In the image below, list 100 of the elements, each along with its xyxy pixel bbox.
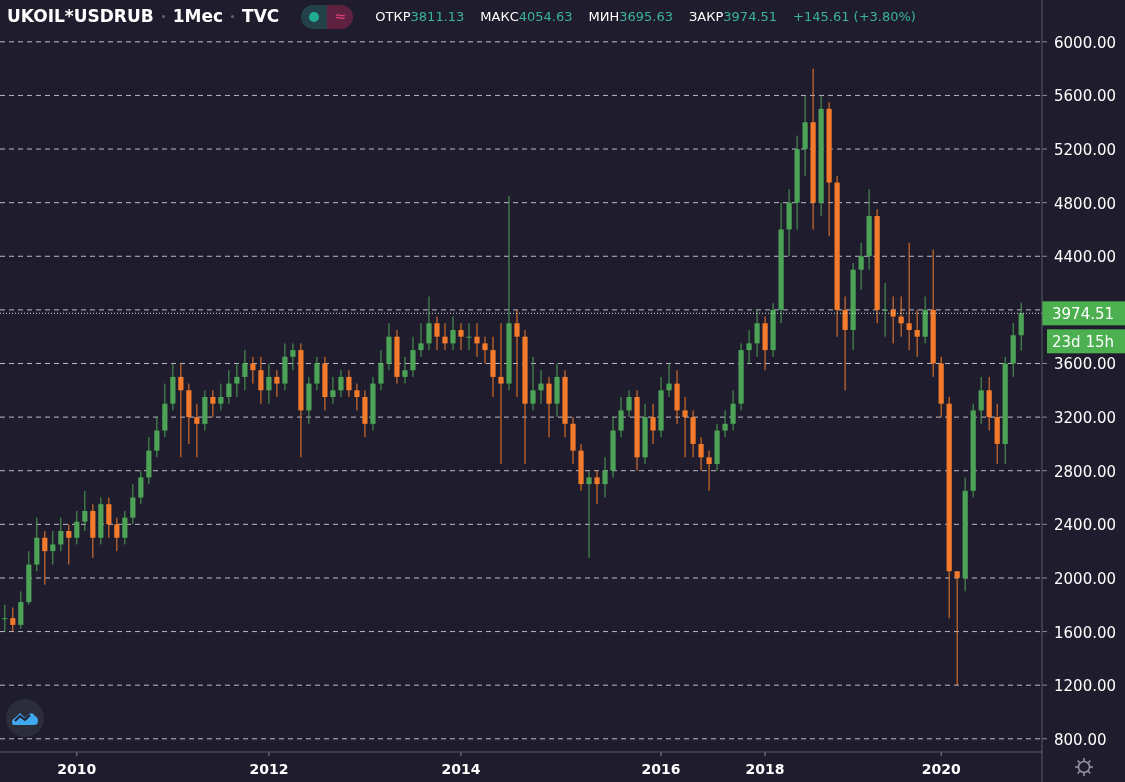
ohlc-value: 3974.51 [723, 8, 778, 26]
countdown-tag: 23d 15h [1047, 329, 1125, 354]
candlestick [82, 490, 88, 532]
candlestick [258, 356, 264, 405]
candlestick [410, 336, 416, 378]
candlestick [226, 369, 232, 405]
candlestick [290, 342, 296, 371]
candlestick [1018, 302, 1024, 352]
price-label: 6000.00 [1054, 33, 1117, 52]
change-value: +145.61 (+3.80%) [793, 8, 916, 26]
candlestick [602, 456, 608, 499]
candlestick [10, 606, 16, 633]
candlestick [426, 296, 432, 351]
candlestick [50, 530, 56, 566]
candlestick [474, 322, 480, 358]
candlestick [482, 336, 488, 364]
candlestick [994, 403, 1000, 465]
candlestick [730, 389, 736, 431]
ohlc-label: МАКС [480, 8, 519, 26]
interval-label: 1Мес [172, 5, 224, 28]
candlestick [210, 389, 216, 418]
candlestick [674, 369, 680, 425]
dot-icon [309, 11, 320, 22]
candlestick [858, 242, 864, 291]
candlestick [42, 530, 48, 586]
candlestick [922, 296, 928, 344]
ohlc-label: ЗАКР [689, 8, 724, 26]
ohlc-value: 3811.13 [410, 8, 465, 26]
candlestick [58, 517, 64, 552]
candlestick [394, 329, 400, 385]
price-label: 3600.00 [1054, 355, 1117, 374]
price-label: 4400.00 [1054, 248, 1117, 267]
candlestick [322, 356, 328, 411]
candlestick [362, 389, 368, 438]
candlestick [274, 369, 280, 398]
candlestick [762, 316, 768, 371]
candlestick [26, 550, 32, 606]
candlestick [266, 363, 272, 405]
price-label: 1600.00 [1054, 623, 1117, 642]
year-label: 2020 [921, 761, 961, 777]
candlestick [754, 309, 760, 358]
price-label: 4800.00 [1054, 194, 1117, 213]
candlestick [786, 188, 792, 257]
candlestick [98, 497, 104, 545]
ohlc-label: МИН [588, 8, 620, 26]
candlestick [418, 322, 424, 358]
candlestick [242, 349, 248, 391]
source-label: TVC [242, 5, 280, 28]
last-price-tag: 3974.51 [1042, 301, 1125, 326]
price-label: 2400.00 [1054, 516, 1117, 535]
candlestick [18, 590, 24, 630]
candlestick [738, 342, 744, 411]
candlestick [234, 363, 240, 398]
candlestick [450, 316, 456, 351]
candlestick [666, 363, 672, 398]
candlestick [458, 322, 464, 351]
price-label: 800.00 [1054, 730, 1107, 749]
symbol-name: UKOIL*USDRUB [7, 5, 154, 28]
candlestick [314, 356, 320, 391]
candlestick [402, 356, 408, 385]
candlestick [626, 389, 632, 418]
price-label: 2000.00 [1054, 569, 1117, 588]
candlestick [106, 497, 112, 539]
candlestick [690, 409, 696, 458]
candlestick [706, 450, 712, 492]
candlestick [114, 517, 120, 552]
candlestick [490, 336, 496, 398]
ohlc-value: 3695.63 [619, 8, 673, 26]
price-label: 2800.00 [1054, 462, 1117, 481]
candlestick [722, 409, 728, 438]
year-label: 2018 [745, 761, 785, 777]
candlestick [578, 443, 584, 492]
candlestick [698, 436, 704, 472]
candlestick [378, 349, 384, 391]
price-label: 1200.00 [1054, 677, 1117, 696]
candlestick [978, 376, 984, 425]
candlestick [130, 483, 136, 525]
candlestick [650, 403, 656, 445]
year-label: 2012 [249, 761, 289, 777]
candlestick [162, 383, 168, 438]
candlestick [938, 356, 944, 418]
candlestick [1010, 322, 1016, 378]
candlestick [282, 342, 288, 391]
candlestick [898, 296, 904, 338]
candlestick [466, 322, 472, 351]
candlestick [554, 363, 560, 418]
settings-icon[interactable] [1074, 757, 1094, 777]
candlestick [610, 416, 616, 478]
candlestick [90, 503, 96, 559]
candlestick [346, 369, 352, 398]
candlestick [746, 329, 752, 364]
candlestick [370, 376, 376, 431]
ohlc-value: 4054.63 [518, 8, 573, 26]
candlestick [186, 383, 192, 445]
candlestick [330, 376, 336, 405]
candlestick [434, 316, 440, 351]
candlestick [914, 309, 920, 358]
candlestick [442, 322, 448, 351]
candlestick [882, 282, 888, 338]
candlestick [170, 363, 176, 411]
